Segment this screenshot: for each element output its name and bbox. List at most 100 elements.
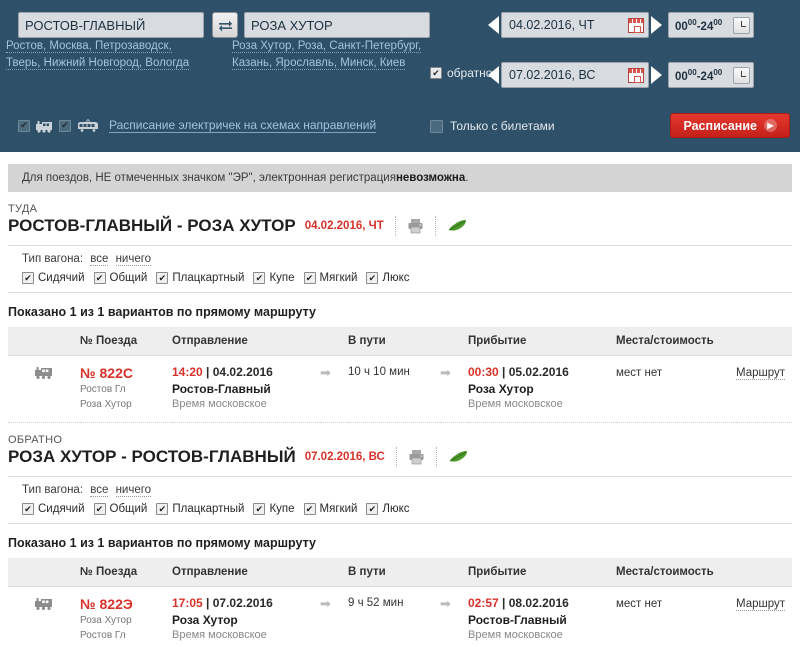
table-row[interactable]: № 822Э Роза Хутор Ростов Гл 17:05 | 07.0… [8, 586, 792, 647]
seats-cell: мест нет [616, 586, 736, 647]
train-number[interactable]: № 822Э [80, 596, 172, 612]
divider [395, 447, 397, 467]
wagon-type-option[interactable]: ✔ Общий [93, 272, 148, 284]
departure-timezone: Время московское [172, 398, 267, 410]
wagon-type-checkbox[interactable]: ✔ [303, 503, 316, 515]
wagon-type-option[interactable]: ✔ Купе [253, 503, 295, 515]
calendar-icon[interactable] [628, 17, 644, 33]
train-icon [35, 598, 52, 610]
train-number[interactable]: № 822С [80, 365, 172, 381]
from-station-input[interactable] [18, 12, 204, 38]
to-suggestion-links[interactable]: Роза Хутор, Роза, Санкт-Петербург, Казан… [232, 40, 422, 70]
divider [434, 216, 436, 236]
electric-train-icon [78, 118, 98, 132]
table-column-header: В пути [348, 558, 440, 587]
table-row[interactable]: № 822С Ростов Гл Роза Хутор 14:20 | 04.0… [8, 355, 792, 423]
return-trip-checkbox[interactable] [430, 67, 442, 79]
seats-status: мест нет [616, 598, 663, 610]
arrival-cell: 00:30 | 05.02.2016 Роза Хутор Время моск… [468, 355, 616, 423]
notice-text-bold: невозможна [395, 172, 466, 184]
select-none-link[interactable]: ничего [115, 253, 152, 266]
steam-train-icon [36, 120, 52, 133]
table-column-header: Места/стоимость [616, 558, 736, 587]
wagon-type-checkbox[interactable]: ✔ [93, 272, 106, 284]
direction-label: ОБРАТНО [8, 434, 63, 446]
time-range-back-field[interactable]: 0000-2400 [668, 62, 754, 88]
clock-icon[interactable] [733, 16, 750, 34]
wagon-type-checkbox[interactable]: ✔ [22, 503, 34, 515]
table-column-header: Отправление [172, 558, 320, 587]
wagon-type-option[interactable]: ✔ Общий [93, 503, 147, 515]
wagon-type-checkbox[interactable]: ✔ [366, 503, 379, 515]
wagon-type-checkbox[interactable]: ✔ [253, 272, 266, 284]
date-back-next-button[interactable] [651, 66, 662, 84]
wagon-type-option[interactable]: ✔ Купе [253, 272, 295, 284]
departure-timezone: Время московское [172, 629, 267, 641]
route-date: 07.02.2016, ВС [304, 451, 385, 463]
search-submit-button[interactable]: Расписание ▶ [670, 113, 790, 138]
train-type-checkbox[interactable] [18, 119, 30, 132]
wagon-type-checkbox[interactable]: ✔ [93, 503, 106, 515]
wagon-type-checkbox[interactable]: ✔ [366, 272, 379, 284]
wagon-type-checkbox[interactable]: ✔ [156, 272, 169, 284]
clock-icon[interactable] [733, 66, 750, 84]
return-trip-toggle[interactable]: обратно [430, 66, 492, 80]
chevron-right-icon: ▶ [764, 119, 777, 132]
date-there-next-button[interactable] [651, 16, 662, 34]
wagon-filter-label: Тип вагона: [22, 253, 84, 265]
wagon-type-label: Общий [109, 272, 148, 284]
date-back-block: 07.02.2016, ВС 0000-2400 [488, 62, 754, 88]
select-none-link[interactable]: ничего [115, 484, 152, 497]
wagon-type-checkbox[interactable]: ✔ [303, 272, 316, 284]
wagon-type-checkbox[interactable]: ✔ [253, 503, 266, 515]
wagon-type-option[interactable]: ✔ Плацкартный [156, 272, 244, 284]
table-column-header: № Поезда [80, 327, 172, 356]
eco-ticket-button[interactable] [448, 449, 468, 465]
print-button[interactable] [407, 218, 424, 234]
select-all-link[interactable]: все [90, 253, 109, 266]
search-submit-label: Расписание [683, 118, 757, 133]
wagon-type-option[interactable]: ✔ Сидячий [22, 503, 85, 515]
print-button[interactable] [408, 449, 425, 465]
swap-stations-button[interactable] [212, 12, 238, 38]
tickets-only-checkbox[interactable] [430, 119, 443, 133]
route-details-link[interactable]: Маршрут [736, 367, 786, 380]
arrival-timezone: Время московское [468, 629, 563, 641]
date-back-field[interactable]: 07.02.2016, ВС [501, 62, 649, 88]
route-header: РОЗА ХУТОР - РОСТОВ-ГЛАВНЫЙ 07.02.2016, … [8, 447, 792, 467]
train-from-short: Роза Хутор [80, 615, 132, 626]
from-suggestion-links[interactable]: Ростов, Москва, Петрозаводск, Тверь, Ниж… [6, 40, 190, 70]
wagon-type-option[interactable]: ✔ Сидячий [22, 272, 85, 284]
date-there-field[interactable]: 04.02.2016, ЧТ [501, 12, 649, 38]
to-station-input[interactable] [244, 12, 430, 38]
departure-cell: 17:05 | 07.02.2016 Роза Хутор Время моск… [172, 586, 320, 647]
route-title: РОСТОВ-ГЛАВНЫЙ - РОЗА ХУТОР [8, 216, 296, 235]
wagon-type-option[interactable]: ✔ Люкс [366, 503, 410, 515]
arrival-station: Роза Хутор [468, 382, 534, 396]
date-back-prev-button[interactable] [488, 66, 499, 84]
electric-train-type-checkbox[interactable] [59, 119, 71, 132]
time-range-there-field[interactable]: 0000-2400 [668, 12, 754, 38]
table-column-header: В пути [348, 327, 440, 356]
select-all-link[interactable]: все [90, 484, 109, 497]
train-icon-cell [8, 586, 80, 647]
tickets-only-toggle[interactable]: Только с билетами [430, 119, 555, 133]
eco-ticket-button[interactable] [447, 218, 467, 234]
wagon-type-option[interactable]: ✔ Мягкий [303, 503, 357, 515]
route-details-link[interactable]: Маршрут [736, 598, 786, 611]
arrow-cell: ➡ [320, 586, 348, 647]
wagon-type-option[interactable]: ✔ Люкс [366, 272, 410, 284]
tickets-only-label: Только с билетами [450, 119, 555, 133]
electric-train-schedule-link[interactable]: Расписание электричек на схемах направле… [109, 118, 377, 133]
wagon-type-label: Люкс [382, 272, 410, 284]
table-column-header [440, 558, 468, 587]
wagon-type-checkbox[interactable]: ✔ [22, 272, 34, 284]
wagon-type-checkbox-row: ✔ Сидячий ✔ Общий ✔ Плацкартный ✔ Купе ✔… [22, 272, 792, 284]
calendar-icon[interactable] [628, 67, 644, 83]
wagon-type-label: Сидячий [38, 272, 85, 284]
wagon-type-checkbox[interactable]: ✔ [156, 503, 169, 515]
wagon-type-option[interactable]: ✔ Мягкий [303, 272, 357, 284]
wagon-type-option[interactable]: ✔ Плацкартный [156, 503, 244, 515]
date-there-prev-button[interactable] [488, 16, 499, 34]
train-number-cell: № 822Э Роза Хутор Ростов Гл [80, 586, 172, 647]
